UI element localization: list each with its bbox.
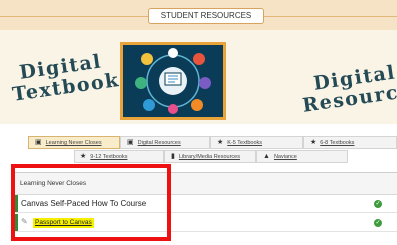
tab-label: 6-8 Textbooks [320, 140, 355, 146]
book-icon: ▮ [171, 153, 175, 160]
laptop-icon: ▣ [127, 139, 134, 146]
annotation-highlight-box [11, 164, 171, 241]
star-icon: ★ [310, 139, 317, 146]
check-circle-icon: ✓ [374, 200, 382, 208]
tab-label: 9-12 Textbooks [90, 154, 128, 160]
tab-label: Library/Media Resources [178, 154, 240, 160]
laptop-icon: ▣ [35, 139, 42, 146]
tab-k5-textbooks[interactable]: ★ K-5 Textbooks [210, 136, 303, 149]
digital-devices-illustration [120, 42, 226, 120]
tab-library-media-resources[interactable]: ▮ Library/Media Resources [164, 150, 256, 163]
tab-6-8-textbooks[interactable]: ★ 6-8 Textbooks [303, 136, 397, 149]
page-title: STUDENT RESOURCES [148, 8, 264, 24]
tab-label: Naviance [273, 154, 297, 160]
tab-label: Learning Never Closes [45, 140, 102, 146]
tab-naviance[interactable]: ▲ Naviance [256, 150, 348, 163]
star-icon: ★ [80, 153, 87, 160]
tab-9-12-textbooks[interactable]: ★ 9-12 Textbooks [74, 150, 164, 163]
tab-label: Digital Resources [137, 140, 181, 146]
compass-icon: ▲ [263, 153, 270, 160]
tab-learning-never-closes[interactable]: ▣ Learning Never Closes [28, 136, 120, 149]
check-circle-icon: ✓ [374, 219, 382, 227]
tab-label: K-5 Textbooks [227, 140, 263, 146]
star-icon: ★ [217, 139, 224, 146]
tab-digital-resources[interactable]: ▣ Digital Resources [120, 136, 210, 149]
